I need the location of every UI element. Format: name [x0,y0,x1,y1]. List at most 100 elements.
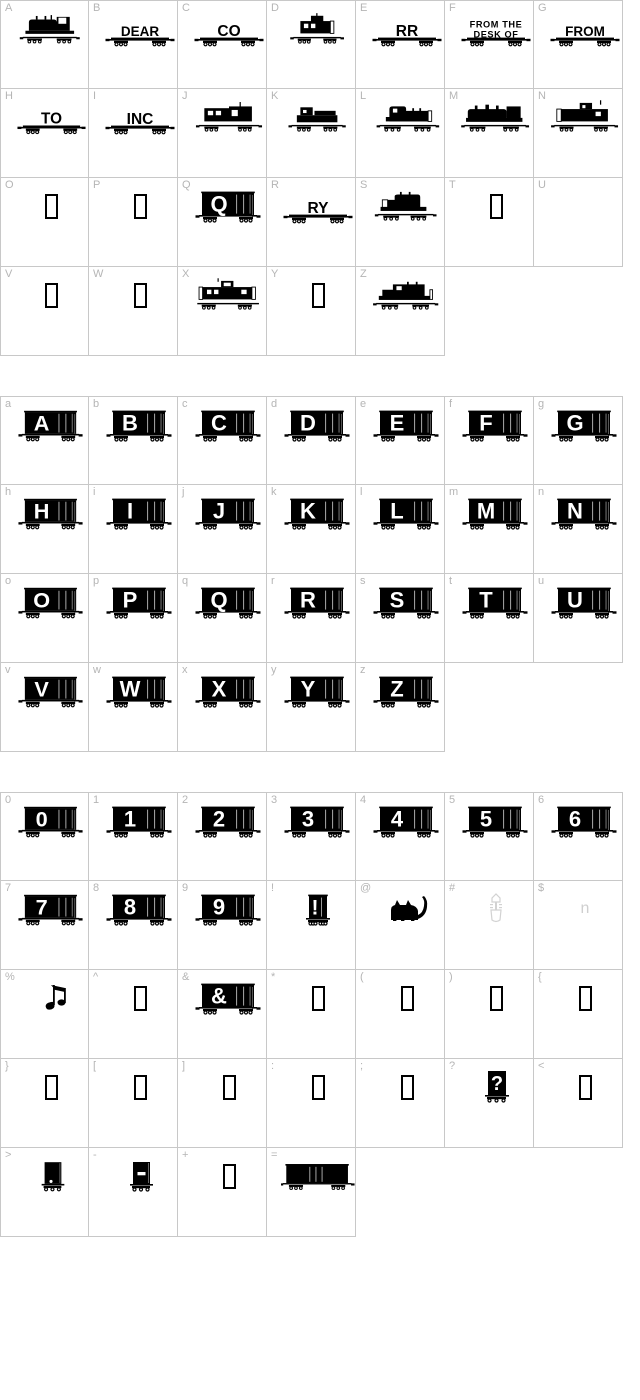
glyph-cell-uppercase-2[interactable]: QQ [178,178,267,267]
glyph-cell-lowercase-0[interactable]: oO [0,574,89,663]
glyph-cell-uppercase-1[interactable]: B DEAR [89,0,178,89]
glyph-cell-lowercase-3[interactable]: kK [267,485,356,574]
glyph-cell-digits-and-symbols-6[interactable]: < [534,1059,623,1148]
glyph-cell-digits-and-symbols-5[interactable]: ?? [445,1059,534,1148]
glyph-cell-lowercase-4[interactable]: lL [356,485,445,574]
glyph-cell-digits-and-symbols-2[interactable]: 22 [178,792,267,881]
glyph-cell-digits-and-symbols-2[interactable]: ] [178,1059,267,1148]
svg-text:D: D [300,411,316,436]
glyph-cell-digits-and-symbols-4[interactable]: @ [356,881,445,970]
glyph-cell-digits-and-symbols-1[interactable]: [ [89,1059,178,1148]
svg-text:3: 3 [302,807,314,832]
glyph-cell-uppercase-0[interactable]: V [0,267,89,356]
glyph-cell-lowercase-5[interactable]: mM [445,485,534,574]
glyph-cell-digits-and-symbols-6[interactable]: { [534,970,623,1059]
glyph-cell-uppercase-6[interactable]: U [534,178,623,267]
glyph-cell-uppercase-5[interactable]: F FROM THE DESK OF [445,0,534,89]
glyph-cell-digits-and-symbols-1[interactable]: ^ [89,970,178,1059]
glyph-cell-uppercase-1[interactable]: I INC [89,89,178,178]
glyph-cell-lowercase-4[interactable]: sS [356,574,445,663]
glyph-cell-lowercase-0[interactable]: vV [0,663,89,752]
glyph-boxcar-with-letter: 8 [89,885,177,933]
glyph-cell-lowercase-6[interactable]: nN [534,485,623,574]
glyph-cell-uppercase-5[interactable]: M [445,89,534,178]
glyph-cell-lowercase-1[interactable]: pP [89,574,178,663]
glyph-cell-lowercase-2[interactable]: cC [178,396,267,485]
glyph-cell-lowercase-0[interactable]: aA [0,396,89,485]
glyph-boxcar-with-letter: 7 [1,885,88,933]
glyph-cell-lowercase-5[interactable]: fF [445,396,534,485]
glyph-cell-uppercase-4[interactable]: E RR [356,0,445,89]
svg-text:J: J [213,499,225,524]
glyph-missing-glyph-box [89,1063,177,1111]
glyph-cell-digits-and-symbols-2[interactable]: + [178,1148,267,1237]
glyph-cell-lowercase-4[interactable]: zZ [356,663,445,752]
glyph-cell-lowercase-1[interactable]: bB [89,396,178,485]
glyph-cell-lowercase-3[interactable]: rR [267,574,356,663]
glyph-boxcar-with-letter: S [356,578,444,626]
glyph-cell-uppercase-0[interactable]: O [0,178,89,267]
glyph-cell-uppercase-0[interactable]: H TO [0,89,89,178]
glyph-cell-digits-and-symbols-2[interactable]: 99 [178,881,267,970]
glyph-cell-digits-and-symbols-5[interactable]: ) [445,970,534,1059]
glyph-cell-lowercase-2[interactable]: qQ [178,574,267,663]
glyph-cell-uppercase-4[interactable]: S [356,178,445,267]
glyph-cell-digits-and-symbols-1[interactable]: - [89,1148,178,1237]
glyph-cell-digits-and-symbols-3[interactable]: * [267,970,356,1059]
glyph-cell-digits-and-symbols-4[interactable]: 44 [356,792,445,881]
glyph-cell-uppercase-3[interactable]: Y [267,267,356,356]
glyph-cell-uppercase-4[interactable]: Z [356,267,445,356]
glyph-cell-uppercase-4[interactable]: L [356,89,445,178]
glyph-cell-uppercase-6[interactable]: N [534,89,623,178]
glyph-cell-uppercase-1[interactable]: P [89,178,178,267]
glyph-cell-digits-and-symbols-3[interactable]: !! [267,881,356,970]
glyph-cell-digits-and-symbols-1[interactable]: 88 [89,881,178,970]
glyph-cell-lowercase-4[interactable]: eE [356,396,445,485]
glyph-cell-uppercase-6[interactable]: G FROM [534,0,623,89]
glyph-cell-digits-and-symbols-5[interactable]: # [445,881,534,970]
glyph-cell-lowercase-1[interactable]: iI [89,485,178,574]
glyph-cell-digits-and-symbols-0[interactable]: > [0,1148,89,1237]
glyph-cell-lowercase-2[interactable]: xX [178,663,267,752]
glyph-cell-uppercase-1[interactable]: W [89,267,178,356]
glyph-cell-digits-and-symbols-6[interactable]: 66 [534,792,623,881]
glyph-cell-digits-and-symbols-0[interactable]: } [0,1059,89,1148]
glyph-cell-lowercase-3[interactable]: dD [267,396,356,485]
glyph-cell-lowercase-6[interactable]: uU [534,574,623,663]
glyph-cell-digits-and-symbols-3[interactable]: 33 [267,792,356,881]
glyph-cell-digits-and-symbols-0[interactable]: 77 [0,881,89,970]
glyph-boxcar-with-letter: 3 [267,797,355,845]
svg-text:O: O [33,588,50,613]
glyph-cell-uppercase-5[interactable]: T [445,178,534,267]
glyph-cell-digits-and-symbols-6[interactable]: $ n [534,881,623,970]
glyph-diesel-switcher-locomotive [1,5,88,53]
glyph-cell-uppercase-3[interactable]: D [267,0,356,89]
glyph-cell-digits-and-symbols-5[interactable]: 55 [445,792,534,881]
glyph-cell-digits-and-symbols-3[interactable]: = [267,1148,356,1237]
glyph-cell-uppercase-2[interactable]: X [178,267,267,356]
glyph-cell-digits-and-symbols-0[interactable]: 00 [0,792,89,881]
glyph-cell-lowercase-2[interactable]: jJ [178,485,267,574]
svg-text:Q: Q [210,192,227,217]
glyph-cell-digits-and-symbols-2[interactable]: & & [178,970,267,1059]
glyph-cell-lowercase-5[interactable]: tT [445,574,534,663]
glyph-cell-digits-and-symbols-4[interactable]: ; [356,1059,445,1148]
glyph-boxcar-with-letter: J [178,489,266,537]
glyph-cell-uppercase-2[interactable]: J [178,89,267,178]
glyph-cell-lowercase-6[interactable]: gG [534,396,623,485]
glyph-cell-digits-and-symbols-0[interactable]: % [0,970,89,1059]
glyph-cell-digits-and-symbols-3[interactable]: : [267,1059,356,1148]
glyph-flatcar-with-text: INC [89,93,177,141]
glyph-boxcar-with-letter: Q [178,578,266,626]
font-character-map-page: A B DEAR C CO D E RR F FROM THE DESK OF G FROM H TO I IN… [0,0,640,1400]
glyph-cell-lowercase-0[interactable]: hH [0,485,89,574]
glyph-cell-uppercase-0[interactable]: A [0,0,89,89]
glyph-cell-uppercase-3[interactable]: K [267,89,356,178]
glyph-boxcar-with-letter: I [89,489,177,537]
glyph-cell-lowercase-3[interactable]: yY [267,663,356,752]
glyph-cell-uppercase-3[interactable]: R RY [267,178,356,267]
glyph-cell-digits-and-symbols-4[interactable]: ( [356,970,445,1059]
glyph-cell-digits-and-symbols-1[interactable]: 11 [89,792,178,881]
glyph-cell-uppercase-2[interactable]: C CO [178,0,267,89]
glyph-cell-lowercase-1[interactable]: wW [89,663,178,752]
